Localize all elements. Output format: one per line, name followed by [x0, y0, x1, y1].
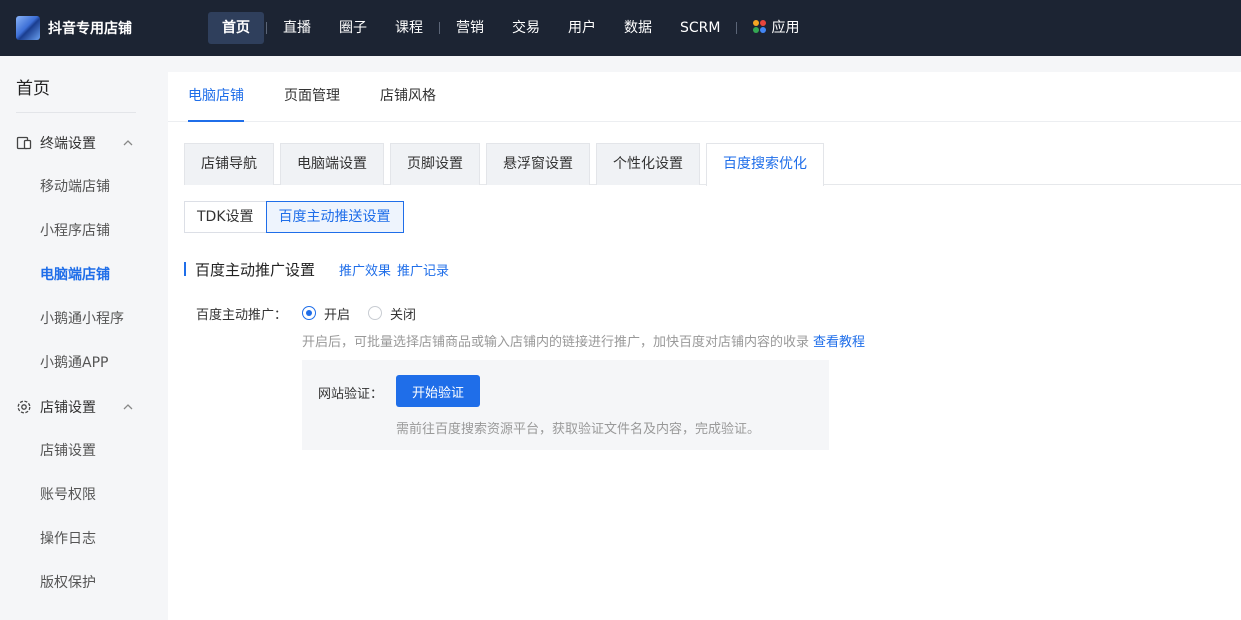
sidebar-title: 首页 — [16, 79, 50, 99]
sidebar-item-xet-miniprogram[interactable]: 小鹅通小程序 — [0, 297, 168, 341]
topnav-divider — [439, 22, 440, 34]
settings-subtabs: 店铺导航 电脑端设置 页脚设置 悬浮窗设置 个性化设置 百度搜索优化 — [184, 143, 1241, 186]
segment-tdk-settings[interactable]: TDK设置 — [184, 201, 267, 233]
baidu-push-row: 百度主动推广： 开启 关闭 — [196, 303, 1241, 323]
view-tutorial-link[interactable]: 查看教程 — [813, 335, 865, 350]
subtab-baidu-seo[interactable]: 百度搜索优化 — [706, 143, 824, 186]
brand-logo — [16, 16, 40, 40]
chevron-up-icon[interactable] — [120, 135, 136, 151]
subtab-store-nav[interactable]: 店铺导航 — [184, 143, 274, 185]
topnav-item-circle[interactable]: 圈子 — [325, 12, 381, 44]
sidebar-item-account-permissions[interactable]: 账号权限 — [0, 473, 168, 517]
subtab-personalization[interactable]: 个性化设置 — [596, 143, 700, 185]
promotion-effect-link[interactable]: 推广效果 — [339, 260, 391, 279]
radio-disable-label: 关闭 — [390, 307, 417, 323]
radio-enable-label: 开启 — [324, 307, 351, 323]
site-verify-box: 网站验证： 开始验证 需前往百度搜索资源平台，获取验证文件名及内容，完成验证。 — [302, 360, 829, 450]
sidebar: 首页 终端设置 移动端店铺 小程序店铺 电脑端店铺 小鹅通小程序 小鹅通APP … — [0, 56, 168, 620]
subtab-footer-settings[interactable]: 页脚设置 — [390, 143, 480, 185]
topnav-item-live[interactable]: 直播 — [269, 12, 325, 44]
brand-name: 抖音专用店铺 — [48, 21, 132, 37]
sidebar-item-xet-app[interactable]: 小鹅通APP — [0, 341, 168, 385]
topnav-divider — [736, 22, 738, 34]
top-bar: 抖音专用店铺 首页 直播 圈子 课程 营销 交易 用户 数据 SCRM 应用 — [0, 0, 1241, 56]
radio-dot — [368, 306, 383, 320]
topnav-apps-label: 应用 — [771, 20, 800, 36]
gear-icon — [17, 400, 31, 414]
subtab-pc-settings[interactable]: 电脑端设置 — [280, 143, 384, 185]
topnav-item-apps[interactable]: 应用 — [739, 12, 813, 44]
chevron-up-icon[interactable] — [120, 399, 136, 415]
site-verify-label: 网站验证： — [318, 387, 384, 402]
radio-enable[interactable]: 开启 — [302, 304, 350, 323]
topnav-item-trade[interactable]: 交易 — [498, 12, 554, 44]
site-verify-hint: 需前往百度搜索资源平台，获取验证文件名及内容，完成验证。 — [396, 422, 761, 437]
page-tabs: 电脑店铺 页面管理 店铺风格 — [168, 72, 1241, 122]
start-verify-button[interactable]: 开始验证 — [396, 375, 481, 407]
section-accent-bar — [184, 262, 186, 276]
tab-pc-store[interactable]: 电脑店铺 — [188, 72, 244, 122]
brand[interactable]: 抖音专用店铺 — [16, 16, 208, 40]
sidebar-item-miniprogram-store[interactable]: 小程序店铺 — [0, 209, 168, 253]
topnav-item-marketing[interactable]: 营销 — [442, 12, 498, 44]
sidebar-group-label: 店铺设置 — [40, 400, 96, 416]
baidu-push-hint: 开启后，可批量选择店铺商品或输入店铺内的链接进行推广，加快百度对店铺内容的收录查… — [302, 331, 1241, 350]
sidebar-item-mobile-store[interactable]: 移动端店铺 — [0, 165, 168, 209]
tab-page-management[interactable]: 页面管理 — [284, 72, 340, 122]
sidebar-divider — [16, 112, 136, 113]
section-title: 百度主动推广设置 — [195, 260, 316, 279]
segment-baidu-push[interactable]: 百度主动推送设置 — [265, 201, 404, 233]
promotion-records-link[interactable]: 推广记录 — [397, 260, 449, 279]
subtab-float-window[interactable]: 悬浮窗设置 — [486, 143, 590, 185]
topnav-item-home[interactable]: 首页 — [208, 12, 264, 44]
hint-text: 开启后，可批量选择店铺商品或输入店铺内的链接进行推广，加快百度对店铺内容的收录 — [302, 335, 810, 350]
topnav-item-course[interactable]: 课程 — [381, 12, 437, 44]
terminal-icon — [16, 136, 32, 150]
radio-disable[interactable]: 关闭 — [368, 304, 416, 323]
tab-store-style[interactable]: 店铺风格 — [380, 72, 436, 122]
topnav-divider — [266, 22, 267, 34]
baidu-push-label: 百度主动推广： — [196, 307, 288, 323]
sidebar-item-operation-log[interactable]: 操作日志 — [0, 517, 168, 561]
topnav-item-scrm[interactable]: SCRM — [666, 12, 734, 44]
section-header: 百度主动推广设置 推广效果 推广记录 — [184, 259, 1241, 279]
sidebar-item-store-settings[interactable]: 店铺设置 — [0, 429, 168, 473]
apps-icon — [753, 19, 767, 33]
sidebar-group-store-settings[interactable]: 店铺设置 — [0, 385, 168, 429]
top-nav: 首页 直播 圈子 课程 营销 交易 用户 数据 SCRM 应用 — [208, 0, 813, 56]
topnav-item-data[interactable]: 数据 — [610, 12, 666, 44]
main-panel: 电脑店铺 页面管理 店铺风格 店铺导航 电脑端设置 页脚设置 悬浮窗设置 个性化… — [168, 72, 1241, 620]
sidebar-group-terminal[interactable]: 终端设置 — [0, 121, 168, 165]
seo-segment: TDK设置 百度主动推送设置 — [184, 201, 1241, 233]
sidebar-item-pc-store[interactable]: 电脑端店铺 — [0, 253, 168, 297]
sidebar-group-label: 终端设置 — [40, 136, 96, 152]
radio-dot — [302, 306, 316, 320]
topnav-item-users[interactable]: 用户 — [554, 12, 610, 44]
sidebar-item-copyright[interactable]: 版权保护 — [0, 561, 168, 605]
